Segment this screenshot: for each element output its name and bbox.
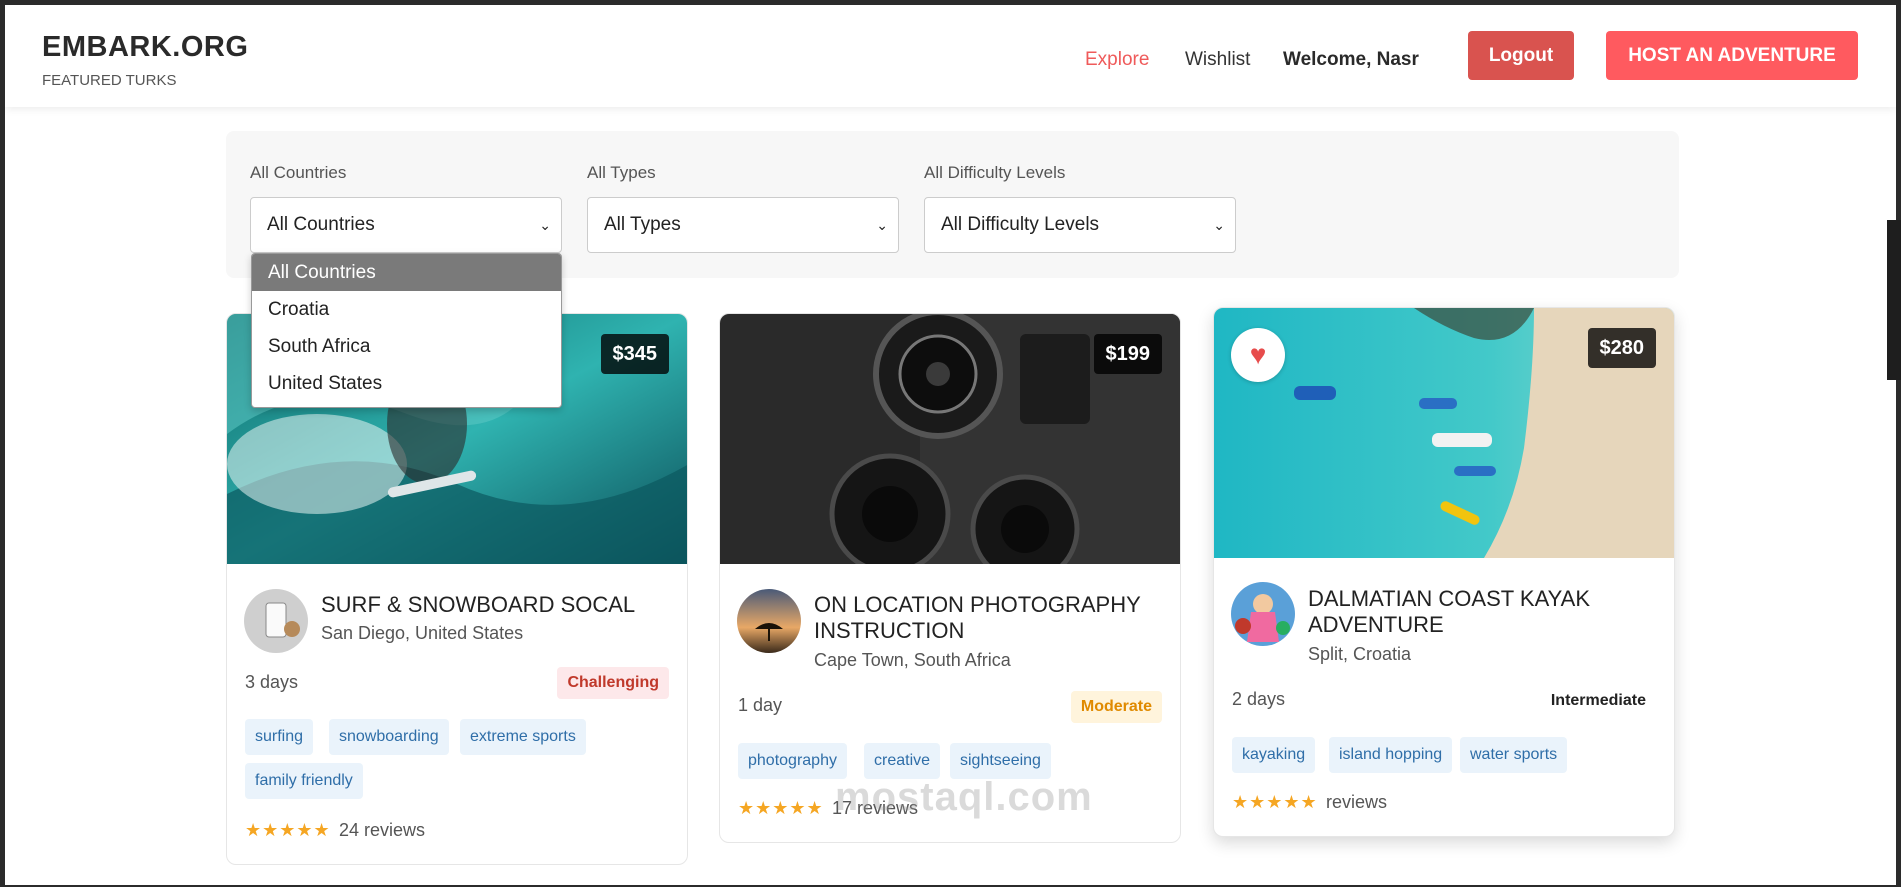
difficulty-badge: Intermediate [1540,685,1656,717]
card-location: Cape Town, South Africa [814,650,1011,670]
host-avatar[interactable] [737,589,801,653]
host-adventure-button[interactable]: HOST AN ADVENTURE [1606,31,1858,80]
price-badge: $199 [1093,334,1162,374]
tag[interactable]: snowboarding [329,719,449,755]
rating-stars: ★★★★★ [245,820,331,840]
adventure-card[interactable]: $199 ON LOCATION PHOTOGRAPHY INSTRUCTION… [719,313,1181,843]
welcome-text: Welcome, Nasr [1283,49,1419,70]
card-duration: 2 days [1232,689,1286,709]
card-duration: 1 day [738,695,783,715]
logout-button[interactable]: Logout [1468,31,1574,80]
country-filter-label: All Countries [250,163,347,182]
brand[interactable]: EMBARK.ORG FEATURED TURKS [42,31,248,89]
tag[interactable]: family friendly [245,763,363,799]
dropdown-option[interactable]: United States [252,365,561,402]
card-title[interactable]: SURF & SNOWBOARD SOCAL [321,592,651,618]
chevron-down-icon: ⌄ [876,217,888,233]
tag[interactable]: sightseeing [950,743,1051,779]
difficulty-select[interactable]: All Difficulty Levels ⌄ [924,197,1236,253]
tag[interactable]: kayaking [1232,737,1316,773]
browser-viewport: EMBARK.ORG FEATURED TURKS Explore Wishli… [5,5,1896,885]
type-select-value: All Types [604,214,681,235]
adventure-card[interactable]: ♥ $280 DALMATIAN COAST KAYAK ADVENTURE S… [1213,307,1675,837]
card-title[interactable]: ON LOCATION PHOTOGRAPHY INSTRUCTION [814,592,1144,644]
tag[interactable]: island hopping [1329,737,1453,773]
type-select[interactable]: All Types ⌄ [587,197,899,253]
tag[interactable]: extreme sports [460,719,586,755]
chevron-down-icon: ⌄ [1213,217,1225,233]
host-avatar[interactable] [1231,582,1295,646]
review-count[interactable]: reviews [1326,792,1387,813]
side-toolbar[interactable] [1887,220,1901,380]
card-title[interactable]: DALMATIAN COAST KAYAK ADVENTURE [1308,586,1638,638]
card-location: San Diego, United States [321,623,524,643]
nav-explore[interactable]: Explore [1085,49,1149,71]
rating-stars: ★★★★★ [1232,792,1318,812]
wishlist-button[interactable]: ♥ [1231,328,1285,382]
coast-photo[interactable]: ♥ $280 [1214,308,1674,558]
difficulty-badge: Moderate [1070,691,1162,723]
tag[interactable]: creative [864,743,941,779]
type-filter-label: All Types [587,163,656,182]
difficulty-badge: Challenging [557,667,669,699]
rating-stars: ★★★★★ [738,798,824,818]
site-header: EMBARK.ORG FEATURED TURKS Explore Wishli… [5,5,1896,107]
review-count[interactable]: 24 reviews [339,820,425,841]
card-location: Split, Croatia [1308,644,1412,664]
brand-tagline: FEATURED TURKS [42,72,177,89]
heart-icon: ♥ [1249,339,1267,370]
watermark: mostaql.com [835,775,1093,819]
tag[interactable]: water sports [1460,737,1568,773]
difficulty-filter-label: All Difficulty Levels [924,163,1066,182]
difficulty-select-value: All Difficulty Levels [941,214,1100,235]
country-dropdown-list: All Countries Croatia South Africa Unite… [251,253,562,408]
country-select-value: All Countries [267,214,375,235]
country-select[interactable]: All Countries ⌄ [250,197,562,253]
dropdown-option[interactable]: Croatia [252,291,561,328]
tag[interactable]: surfing [245,719,314,755]
camera-photo[interactable]: $199 [720,314,1180,564]
price-badge: $345 [600,334,669,374]
brand-title: EMBARK.ORG [42,31,249,63]
tag[interactable]: photography [738,743,847,779]
host-avatar[interactable] [244,589,308,653]
nav-wishlist[interactable]: Wishlist [1185,49,1250,71]
card-duration: 3 days [245,672,299,692]
price-badge: $280 [1587,328,1656,368]
chevron-down-icon: ⌄ [539,217,551,233]
dropdown-option[interactable]: All Countries [252,254,561,291]
dropdown-option[interactable]: South Africa [252,328,561,365]
